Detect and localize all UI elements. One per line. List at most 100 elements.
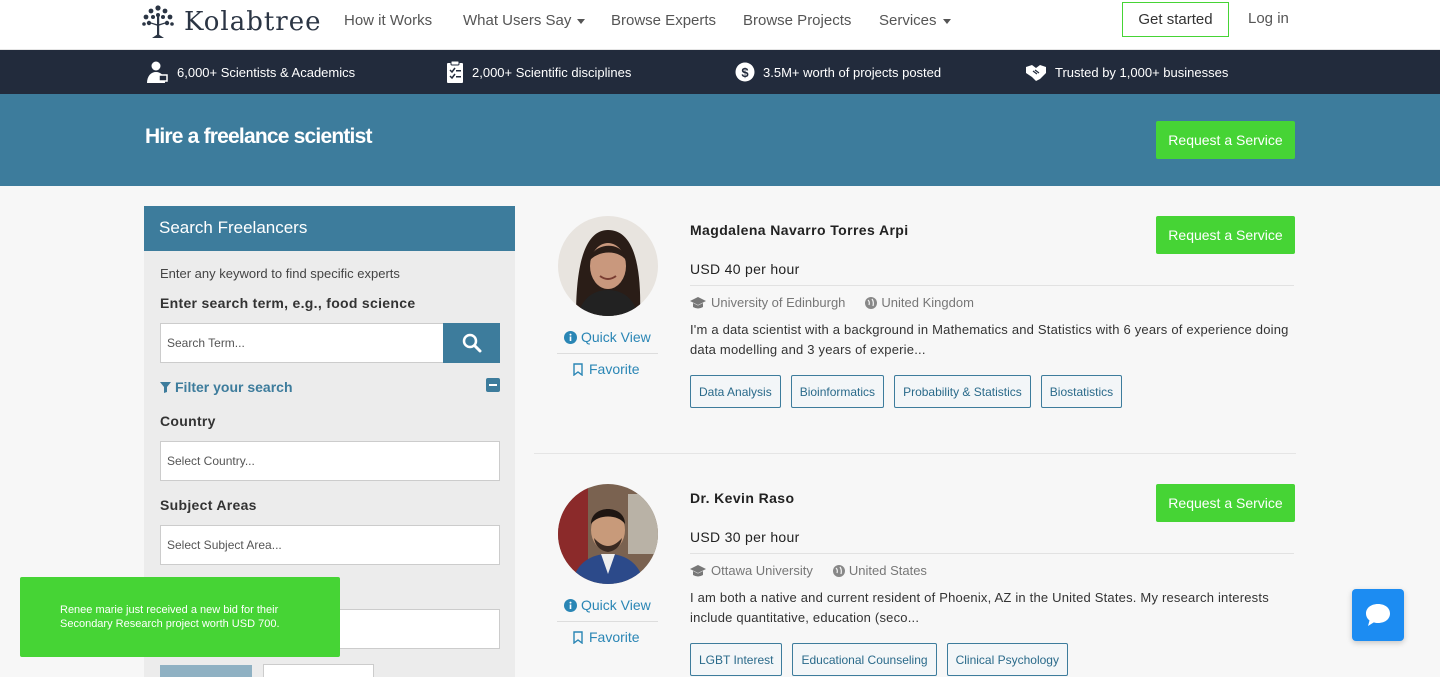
stat-projects: $ 3.5M+ worth of projects posted	[735, 50, 941, 94]
notification-toast: Renee marie just received a new bid for …	[20, 577, 340, 657]
expert-meta: University of Edinburgh United Kingdom	[690, 295, 974, 310]
tag[interactable]: Biostatistics	[1040, 375, 1123, 408]
page-title: Hire a freelance scientist	[145, 125, 372, 148]
caret-down-icon	[942, 18, 951, 24]
svg-text:$: $	[741, 65, 749, 80]
chat-button[interactable]	[1352, 589, 1404, 641]
get-started-button[interactable]: Get started	[1122, 2, 1229, 37]
expert-card: Quick View Favorite Dr. Kevin Raso USD 3…	[534, 474, 1296, 677]
login-link[interactable]: Log in	[1248, 10, 1289, 27]
expert-rate: USD 40 per hour	[690, 261, 800, 277]
scientist-icon	[147, 61, 168, 83]
stat-businesses-text: Trusted by 1,000+ businesses	[1055, 64, 1229, 80]
avatar[interactable]	[558, 216, 658, 316]
sidebar-search-button[interactable]	[160, 665, 252, 677]
avatar[interactable]	[558, 484, 658, 584]
nav-browse-projects[interactable]: Browse Projects	[743, 12, 851, 29]
tag[interactable]: Data Analysis	[690, 375, 781, 408]
quick-view-label: Quick View	[581, 329, 651, 345]
expert-location: United Kingdom	[865, 295, 974, 310]
stat-scientists: 6,000+ Scientists & Academics	[145, 50, 355, 94]
filter-label: Filter your search	[175, 379, 293, 395]
expert-country: United Kingdom	[881, 295, 974, 310]
tag[interactable]: LGBT Interest	[690, 643, 783, 676]
dollar-icon: $	[735, 62, 755, 82]
info-icon	[564, 598, 577, 612]
nav-browse-experts[interactable]: Browse Experts	[611, 12, 716, 29]
nav-services[interactable]: Services	[879, 12, 951, 29]
info-icon	[564, 330, 577, 344]
expert-name[interactable]: Magdalena Navarro Torres Arpi	[690, 222, 909, 238]
graduation-cap-icon	[690, 564, 706, 576]
search-label: Enter search term, e.g., food science	[160, 295, 416, 311]
search-input[interactable]: Search Term...	[160, 323, 444, 363]
filter-toggle[interactable]: Filter your search	[160, 379, 293, 395]
nav-how-it-works[interactable]: How it Works	[344, 12, 432, 29]
quick-view-link[interactable]: Quick View	[564, 597, 656, 613]
request-service-button[interactable]: Request a Service	[1156, 216, 1295, 254]
search-button[interactable]	[443, 323, 500, 363]
search-hint: Enter any keyword to find specific exper…	[160, 266, 400, 281]
expert-tags: LGBT Interest Educational Counseling Cli…	[690, 643, 1068, 676]
collapse-minus-icon[interactable]	[486, 378, 500, 392]
tag[interactable]: Educational Counseling	[792, 643, 937, 676]
tag[interactable]: Bioinformatics	[790, 375, 885, 408]
expert-meta: Ottawa University United States	[690, 563, 927, 578]
expert-bio: I'm a data scientist with a background i…	[690, 322, 1289, 357]
favorite-label: Favorite	[589, 629, 640, 645]
globe-icon	[865, 296, 878, 309]
divider	[557, 621, 658, 622]
expert-name[interactable]: Dr. Kevin Raso	[690, 490, 794, 506]
divider	[690, 285, 1294, 286]
quick-view-label: Quick View	[581, 597, 651, 613]
stat-scientists-text: 6,000+ Scientists & Academics	[177, 64, 356, 80]
stat-disciplines: 2,000+ Scientific disciplines	[446, 50, 631, 94]
nav-what-users-say[interactable]: What Users Say	[463, 12, 586, 29]
stat-disciplines-text: 2,000+ Scientific disciplines	[472, 64, 632, 80]
country-select[interactable]: Select Country...	[160, 441, 500, 481]
subject-select[interactable]: Select Subject Area...	[160, 525, 500, 565]
nav-services-label: Services	[879, 12, 937, 29]
tree-logo-icon	[142, 5, 174, 38]
request-service-button[interactable]: Request a Service	[1156, 484, 1295, 522]
bookmark-icon	[573, 362, 583, 376]
caret-down-icon	[577, 18, 586, 24]
expert-tags: Data Analysis Bioinformatics Probability…	[690, 375, 1123, 408]
bookmark-icon	[573, 630, 583, 644]
chat-bubble-icon	[1366, 604, 1390, 626]
expert-university: University of Edinburgh	[711, 295, 846, 310]
divider	[690, 553, 1294, 554]
divider	[557, 353, 658, 354]
expert-bio: I am both a native and current resident …	[690, 590, 1269, 625]
logo-text: Kolabtree	[184, 7, 322, 37]
globe-icon	[832, 564, 845, 577]
expert-country: United States	[848, 563, 927, 578]
sidebar-reset-button[interactable]	[263, 664, 374, 677]
top-nav: Kolabtree How it Works What Users Say Br…	[0, 0, 1440, 50]
search-icon	[462, 333, 481, 353]
country-label: Country	[160, 413, 216, 429]
filter-icon	[160, 381, 171, 393]
expert-location: United States	[832, 563, 927, 578]
hero-banner: Hire a freelance scientist Request a Ser…	[0, 94, 1440, 186]
subject-label: Subject Areas	[160, 497, 257, 513]
tag[interactable]: Clinical Psychology	[946, 643, 1068, 676]
expert-university: Ottawa University	[711, 563, 813, 578]
avatar-photo	[558, 484, 658, 584]
stat-projects-text: 3.5M+ worth of projects posted	[763, 64, 942, 80]
quick-view-link[interactable]: Quick View	[564, 329, 656, 345]
stat-businesses: Trusted by 1,000+ businesses	[1025, 50, 1228, 94]
sidebar-title: Search Freelancers	[144, 206, 515, 251]
graduation-cap-icon	[690, 296, 706, 308]
favorite-link[interactable]: Favorite	[573, 361, 640, 377]
hero-request-service-button[interactable]: Request a Service	[1156, 121, 1295, 159]
nav-what-users-say-label: What Users Say	[463, 12, 572, 29]
handshake-icon	[1026, 65, 1046, 81]
expert-card: Quick View Favorite Magdalena Navarro To…	[534, 206, 1296, 446]
favorite-link[interactable]: Favorite	[573, 629, 640, 645]
card-divider	[534, 453, 1296, 454]
logo[interactable]: Kolabtree	[140, 2, 322, 42]
expert-rate: USD 30 per hour	[690, 529, 800, 545]
avatar-photo	[558, 216, 658, 316]
tag[interactable]: Probability & Statistics	[894, 375, 1031, 408]
